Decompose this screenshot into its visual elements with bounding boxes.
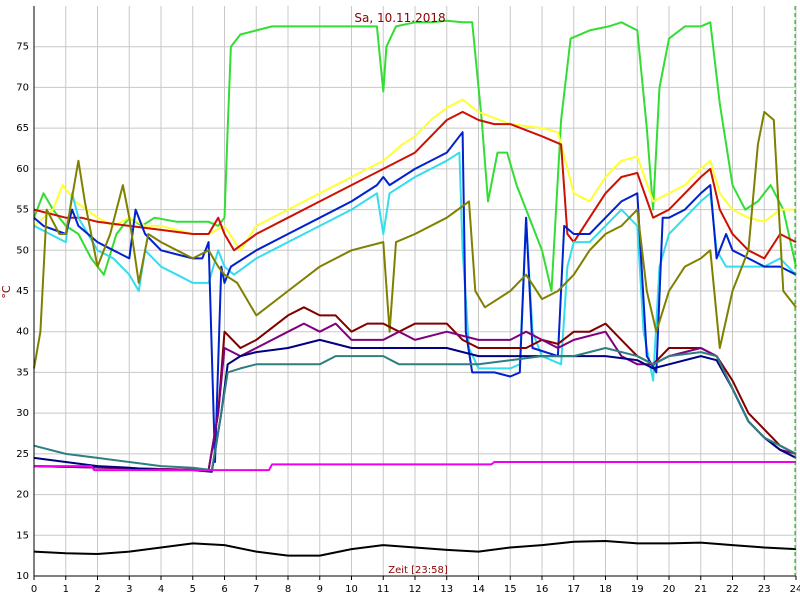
x-tick-label: 17 bbox=[567, 584, 580, 595]
y-tick-label: 60 bbox=[16, 164, 29, 175]
y-tick-label: 20 bbox=[16, 490, 29, 501]
x-tick-label: 24 bbox=[790, 584, 800, 595]
y-tick-label: 15 bbox=[16, 530, 29, 541]
y-tick-label: 45 bbox=[16, 286, 29, 297]
x-tick-label: 11 bbox=[377, 584, 390, 595]
y-tick-label: 35 bbox=[16, 367, 29, 378]
x-tick-label: 8 bbox=[285, 584, 291, 595]
y-tick-label: 70 bbox=[16, 82, 29, 93]
x-tick-label: 23 bbox=[758, 584, 771, 595]
x-tick-label: 18 bbox=[599, 584, 612, 595]
x-tick-label: 0 bbox=[31, 584, 37, 595]
y-tick-label: 25 bbox=[16, 449, 29, 460]
x-tick-label: 14 bbox=[472, 584, 485, 595]
x-tick-label: 2 bbox=[94, 584, 100, 595]
x-tick-label: 6 bbox=[221, 584, 227, 595]
x-tick-label: 15 bbox=[504, 584, 517, 595]
y-tick-label: 55 bbox=[16, 205, 29, 216]
x-tick-label: 1 bbox=[63, 584, 69, 595]
x-tick-label: 5 bbox=[190, 584, 196, 595]
x-tick-label: 22 bbox=[726, 584, 739, 595]
chart-canvas: 10152025303540455055606570750 1 2 3 4 5 6 7 8 9 10… bbox=[0, 6, 800, 595]
y-tick-label: 65 bbox=[16, 123, 29, 134]
x-tick-label: 12 bbox=[409, 584, 422, 595]
x-tick-label: 10 bbox=[345, 584, 358, 595]
y-tick-label: 50 bbox=[16, 245, 29, 256]
x-tick-label: 7 bbox=[253, 584, 259, 595]
y-tick-label: 40 bbox=[16, 327, 29, 338]
x-tick-label: 19 bbox=[631, 584, 644, 595]
y-tick-label: 10 bbox=[16, 571, 29, 582]
temperature-chart: 10 15 20 25 30 35 40 45 50 55 60 65 70 75 0 1 2 3 4 5 6 7 8 9 10… bbox=[0, 0, 800, 600]
chart-title: Sa, 10.11.2018 bbox=[354, 11, 445, 25]
x-tick-label: 9 bbox=[317, 584, 323, 595]
y-axis-label: °C bbox=[0, 285, 13, 299]
x-tick-label: 16 bbox=[536, 584, 549, 595]
x-tick-label: 13 bbox=[440, 584, 453, 595]
time-readout: Zeit [23:58] bbox=[388, 565, 448, 576]
x-tick-label: 20 bbox=[663, 584, 676, 595]
y-tick-label: 30 bbox=[16, 408, 29, 419]
x-tick-label: 3 bbox=[126, 584, 132, 595]
x-tick-label: 21 bbox=[694, 584, 707, 595]
grid-layer bbox=[33, 6, 797, 577]
y-tick-label: 75 bbox=[16, 42, 29, 53]
x-tick-label: 4 bbox=[158, 584, 164, 595]
